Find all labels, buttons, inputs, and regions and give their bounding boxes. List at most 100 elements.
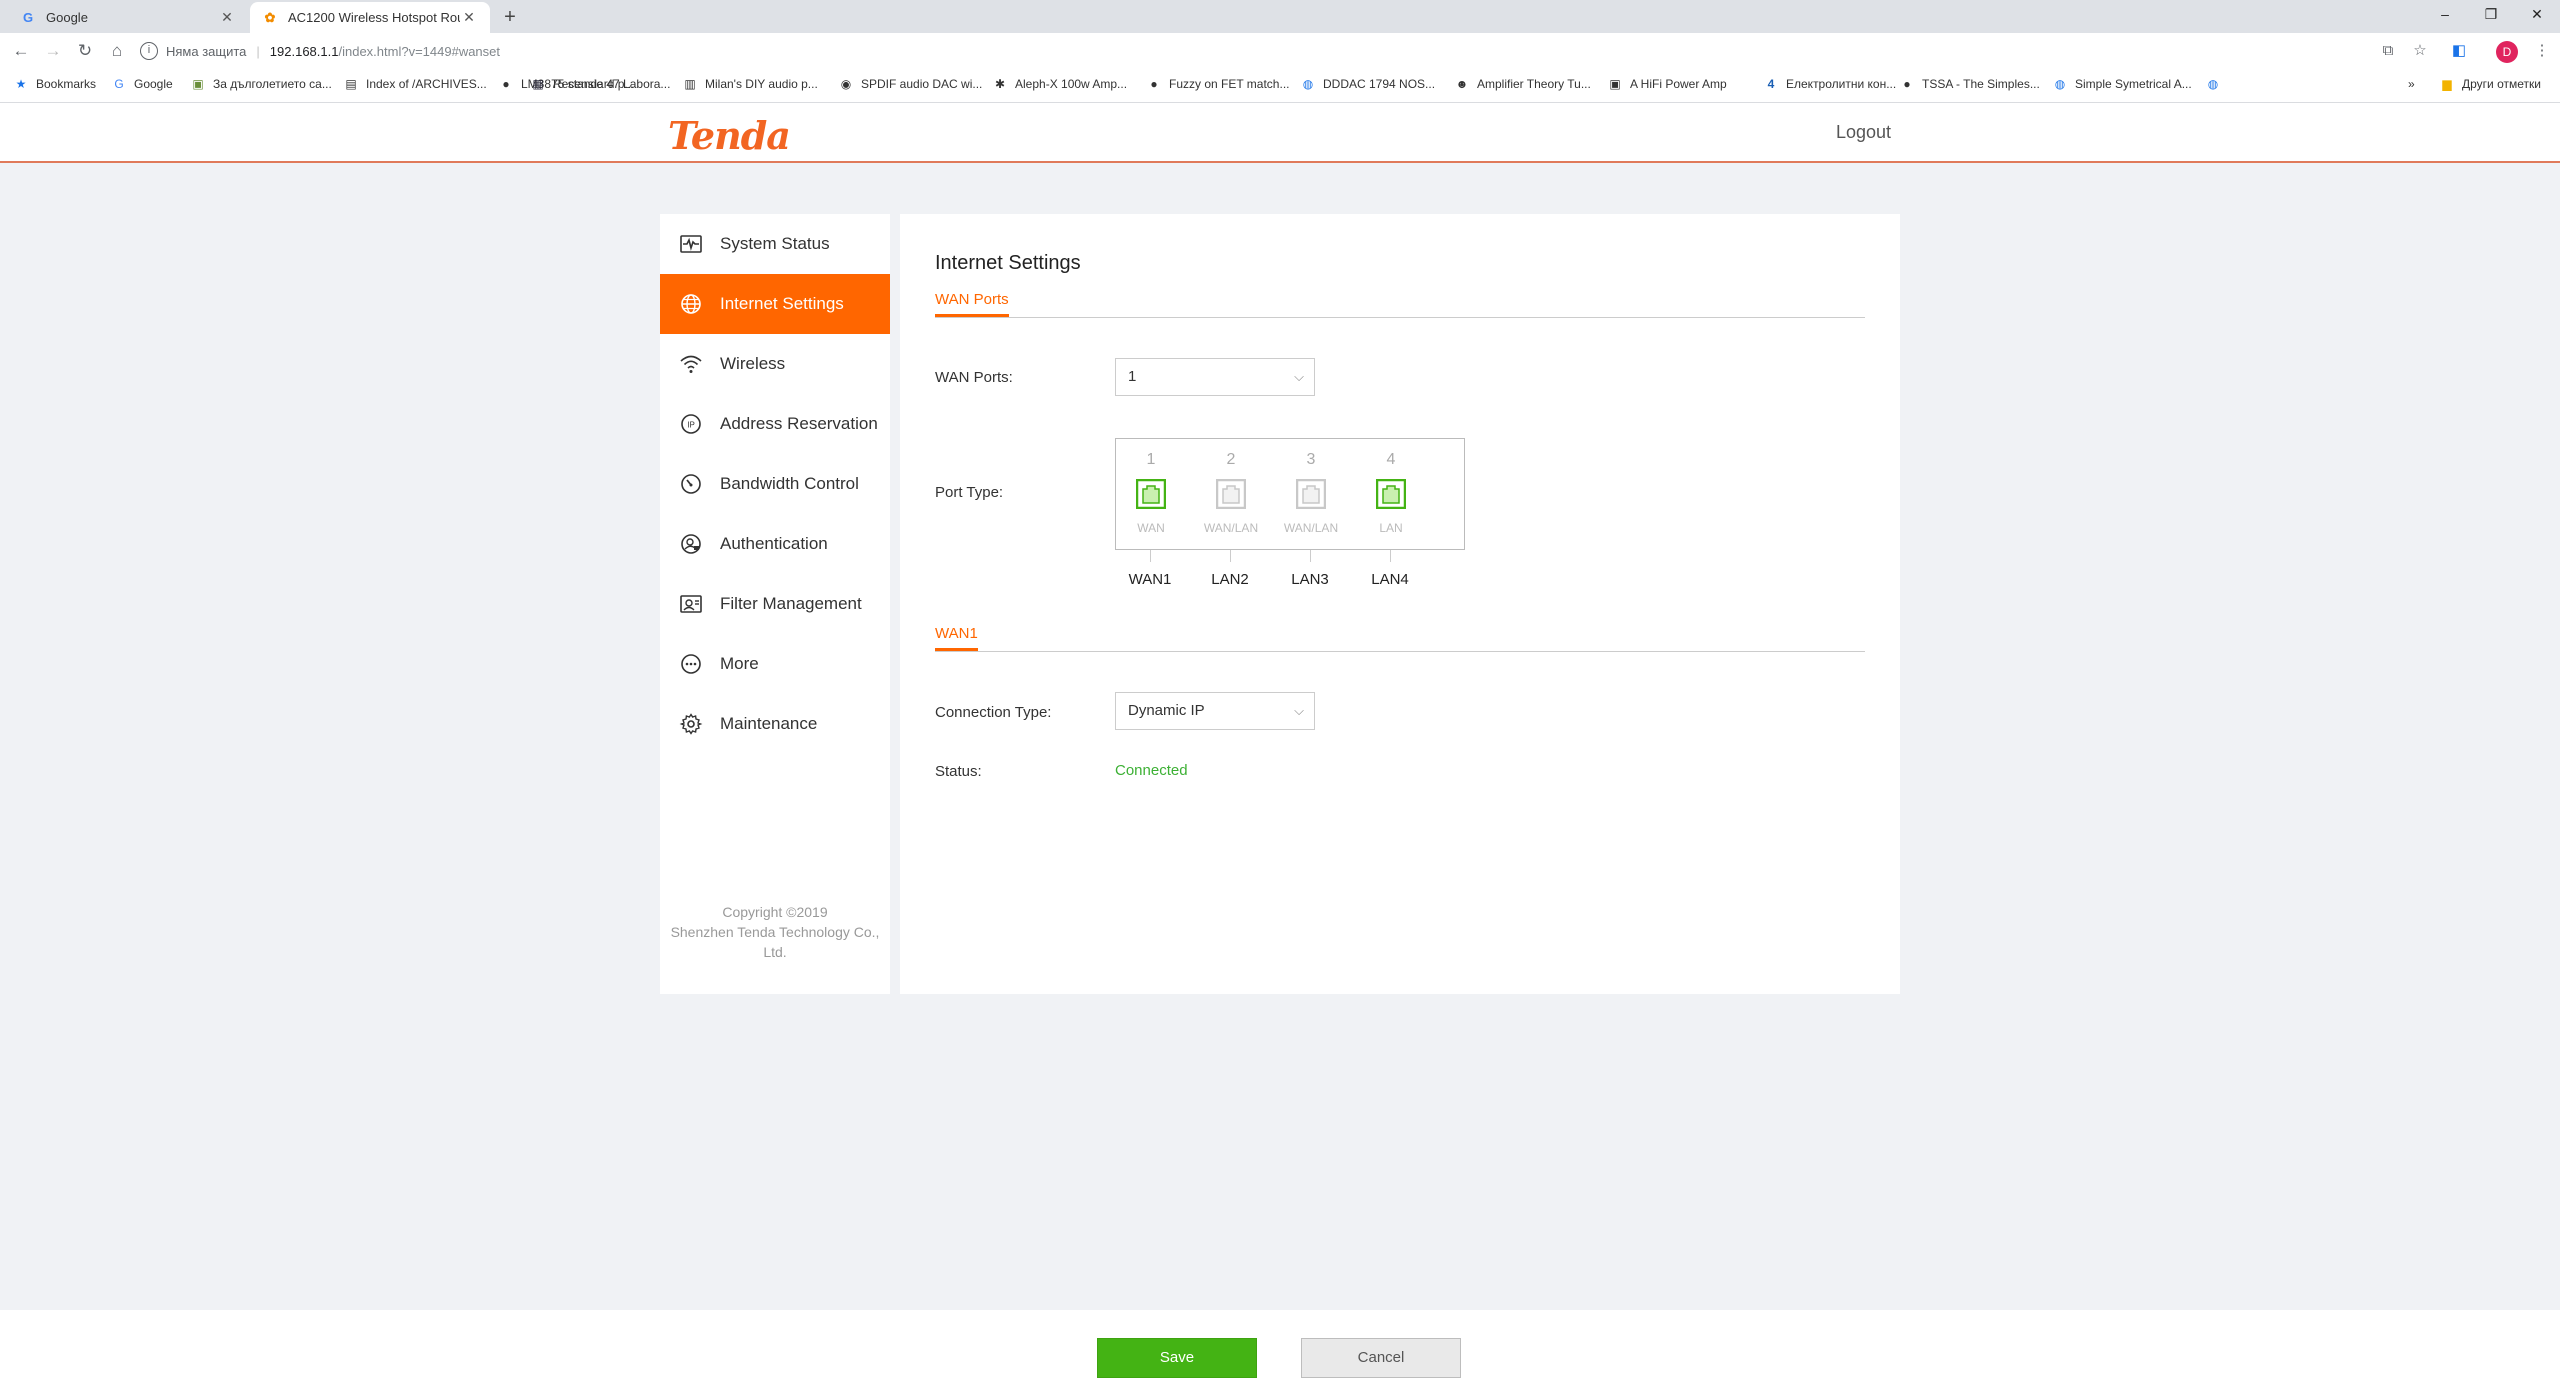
other-bookmarks[interactable]: ▆ Други отметки (2440, 77, 2541, 91)
globe-icon: ● (502, 77, 510, 91)
new-tab-icon[interactable]: + (498, 5, 522, 29)
avatar[interactable]: D (2496, 41, 2518, 63)
google-favicon-icon: G (22, 10, 34, 25)
ethernet-port-inactive-icon (1215, 478, 1247, 510)
sidebar-item-maintenance[interactable]: Maintenance (660, 694, 890, 754)
port-4[interactable]: 4 LAN (1356, 439, 1426, 535)
bookmarks-overflow-icon[interactable]: » (2408, 77, 2415, 91)
bookmark-item[interactable]: ▣ A HiFi Power Amp (1608, 77, 1726, 91)
browser-toolbar: ← → ↻ ⌂ i Няма защита | 192.168.1.1 /ind… (0, 33, 2560, 69)
save-button[interactable]: Save (1097, 1338, 1257, 1378)
page-title: Internet Settings (935, 252, 1081, 274)
tab-wan-ports[interactable]: WAN Ports (935, 291, 1009, 317)
gear-icon (678, 711, 704, 737)
logout-link[interactable]: Logout (1836, 122, 1891, 143)
port-type: WAN/LAN (1283, 521, 1339, 535)
wifi-icon (678, 351, 704, 377)
bookmark-item[interactable]: ▣ За дълголетието са... (191, 77, 332, 91)
sidebar-item-internet-settings[interactable]: Internet Settings (660, 274, 890, 334)
bookmark-item[interactable]: G Google (112, 77, 172, 91)
security-label: Няма защита (166, 43, 247, 59)
footer-bar: Save Cancel (0, 1310, 2560, 1400)
extension-icon[interactable]: ◧ (2449, 41, 2469, 61)
info-icon[interactable]: i (140, 42, 158, 60)
sidebar-item-label: Maintenance (720, 714, 818, 733)
sidebar-item-label: More (720, 654, 759, 673)
port-number: 1 (1146, 451, 1156, 468)
bookmark-item[interactable]: ★ Bookmarks (14, 77, 96, 91)
address-bar[interactable]: i Няма защита | 192.168.1.1 /index.html?… (140, 37, 2380, 65)
cancel-button[interactable]: Cancel (1301, 1338, 1461, 1378)
status-label: Status: (935, 763, 982, 780)
translate-icon[interactable]: ⧉ (2378, 41, 2398, 61)
sidebar-item-filter-management[interactable]: Filter Management (660, 574, 890, 634)
connection-type-value: Dynamic IP (1128, 702, 1205, 719)
ethernet-port-inactive-icon (1295, 478, 1327, 510)
app-header: Tenda Logout (0, 103, 2560, 163)
sidebar-item-more[interactable]: More (660, 634, 890, 694)
reload-icon[interactable]: ↻ (72, 38, 98, 64)
divider (935, 651, 1865, 652)
bookmark-item[interactable]: ◍ Simple Symetrical A... (2053, 77, 2192, 91)
bookmark-item[interactable]: ◍ (2206, 77, 2228, 91)
wan-ports-value: 1 (1128, 368, 1137, 385)
minimize-icon[interactable]: – (2422, 0, 2468, 30)
restore-icon[interactable]: ❐ (2468, 0, 2514, 30)
page-icon: ▥ (684, 77, 696, 91)
star-icon[interactable]: ☆ (2410, 41, 2430, 61)
tab-title: AC1200 Wireless Hotspot Router (288, 10, 460, 25)
port-name: LAN4 (1371, 571, 1409, 588)
sidebar-item-bandwidth-control[interactable]: Bandwidth Control (660, 454, 890, 514)
home-icon[interactable]: ⌂ (104, 38, 130, 64)
sidebar-item-label: Filter Management (720, 594, 862, 613)
bookmark-item[interactable]: ▦ Recensie 47 Labora... (531, 77, 670, 91)
ethernet-port-active-icon (1135, 478, 1167, 510)
connection-type-select[interactable]: Dynamic IP ⌵ (1115, 692, 1315, 730)
port-3[interactable]: 3 WAN/LAN (1276, 439, 1346, 535)
port-number: 4 (1386, 451, 1396, 468)
url-path: /index.html?v=1449#wanset (338, 43, 501, 59)
tab-google[interactable]: G Google ✕ (8, 2, 248, 33)
wan-ports-select[interactable]: 1 ⌵ (1115, 358, 1315, 396)
port-name: LAN2 (1211, 571, 1249, 588)
bookmark-item[interactable]: ● TSSA - The Simples... (1900, 77, 2039, 91)
svg-text:IP: IP (687, 421, 695, 430)
port-number: 2 (1226, 451, 1236, 468)
site-icon: ◍ (2054, 77, 2066, 91)
user-lock-icon (678, 531, 704, 557)
system-status-icon (678, 231, 704, 257)
bookmark-item[interactable]: ◉ SPDIF audio DAC wi... (839, 77, 983, 91)
forward-icon[interactable]: → (40, 38, 66, 64)
port-type: WAN (1137, 521, 1165, 535)
sidebar-item-authentication[interactable]: Authentication (660, 514, 890, 574)
window-close-icon[interactable]: ✕ (2514, 0, 2560, 30)
globe-icon: ● (1903, 77, 1911, 91)
connector-line (1230, 550, 1231, 562)
url-host: 192.168.1.1 (269, 43, 339, 59)
port-type: LAN (1379, 521, 1403, 535)
back-icon[interactable]: ← (8, 38, 34, 64)
bookmark-item[interactable]: ✱ Aleph-X 100w Amp... (993, 77, 1127, 91)
sidebar-item-wireless[interactable]: Wireless (660, 334, 890, 394)
tab-wan1[interactable]: WAN1 (935, 625, 978, 651)
bookmark-item[interactable]: ▤ Index of /ARCHIVES... (344, 77, 486, 91)
sidebar-item-system-status[interactable]: System Status (660, 214, 890, 274)
close-icon[interactable]: ✕ (460, 9, 478, 26)
tab-router[interactable]: ✿ AC1200 Wireless Hotspot Router ✕ (250, 2, 490, 33)
bookmarks-bar: ★ Bookmarks G Google ▣ За дълголетието са..… (0, 69, 2560, 103)
connector-line (1150, 550, 1151, 562)
bookmark-item[interactable]: ▥ Milan's DIY audio p... (683, 77, 817, 91)
folder-icon: ▆ (2442, 77, 2452, 91)
bookmark-item[interactable]: ☻ Amplifier Theory Tu... (1455, 77, 1591, 91)
filter-icon (678, 591, 704, 617)
page-icon: ▦ (532, 77, 544, 91)
bookmark-item[interactable]: ● Fuzzy on FET match... (1147, 77, 1289, 91)
port-1[interactable]: 1 WAN (1116, 439, 1186, 535)
menu-icon[interactable]: ⋮ (2532, 41, 2552, 61)
sidebar-item-address-reservation[interactable]: IP Address Reservation (660, 394, 890, 454)
close-icon[interactable]: ✕ (218, 9, 236, 26)
bookmark-item[interactable]: ◍ DDDAC 1794 NOS... (1301, 77, 1435, 91)
bookmark-item[interactable]: 4 Електролитни кон... (1764, 77, 1897, 91)
port-2[interactable]: 2 WAN/LAN (1196, 439, 1266, 535)
site-icon: ◍ (2207, 77, 2219, 91)
